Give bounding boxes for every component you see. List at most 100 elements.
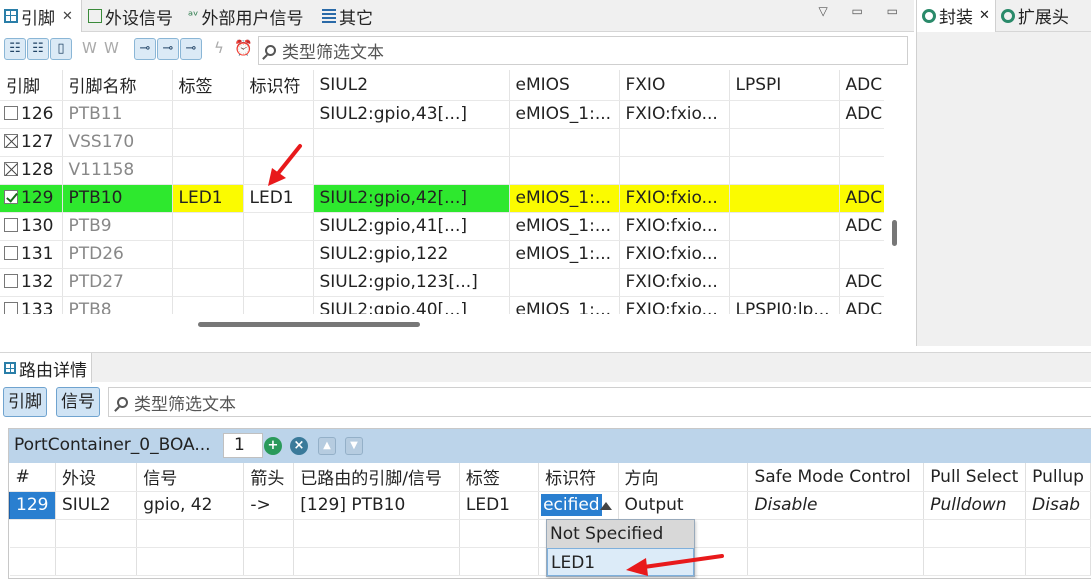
cell-emios[interactable]: eMIOS_1:... bbox=[509, 296, 620, 314]
pin-identifier[interactable] bbox=[243, 268, 314, 297]
horizontal-scrollbar[interactable] bbox=[198, 322, 420, 327]
identifier-combobox[interactable]: ecified bbox=[538, 491, 619, 520]
cell-siul2[interactable]: SIUL2:gpio,43[...] bbox=[313, 100, 510, 129]
col-siul2[interactable]: SIUL2 bbox=[313, 70, 510, 101]
checkbox[interactable] bbox=[4, 218, 18, 232]
add-icon[interactable]: + bbox=[264, 437, 282, 455]
pin-label[interactable] bbox=[172, 296, 244, 314]
route-out-icon[interactable]: ⊸ bbox=[157, 38, 179, 60]
pins-filter-input[interactable]: 类型筛选文本 bbox=[258, 36, 908, 65]
cell-fxio[interactable]: FXIO:fxio... bbox=[619, 240, 730, 269]
row-direction[interactable]: Output bbox=[618, 491, 749, 520]
col-pullup[interactable]: Pullup bbox=[1025, 463, 1091, 492]
filter-by-pin-button[interactable]: 引脚 bbox=[3, 387, 47, 417]
cell-lpspi[interactable] bbox=[729, 184, 840, 213]
table-row[interactable]: 132 PTD27 SIUL2:gpio,123[...] FXIO:fxio.… bbox=[0, 268, 884, 297]
table-row[interactable]: 133 PTB8 SIUL2:gpio,40[...] eMIOS_1:... … bbox=[0, 296, 884, 314]
routing-filter-input[interactable]: 类型筛选文本 bbox=[108, 387, 1091, 417]
cell-siul2[interactable]: SIUL2:gpio,42[...] bbox=[313, 184, 510, 213]
col-pin[interactable]: 引脚 bbox=[0, 70, 63, 101]
pin-label[interactable] bbox=[172, 268, 244, 297]
tab-other[interactable]: 其它 bbox=[318, 0, 377, 32]
close-icon[interactable]: ✕ bbox=[62, 9, 73, 24]
pin-identifier[interactable] bbox=[243, 156, 314, 185]
row-pullup[interactable]: Disab bbox=[1025, 491, 1091, 520]
cell-siul2[interactable]: SIUL2:gpio,40[...] bbox=[313, 296, 510, 314]
tab-routing-details[interactable]: 路由详情 bbox=[0, 353, 92, 383]
tab-pins[interactable]: 引脚 ✕ bbox=[0, 0, 82, 32]
table-row[interactable]: 127 VSS170 bbox=[0, 128, 884, 157]
alarm-icon[interactable]: ⏰ bbox=[234, 39, 253, 57]
cell-adc[interactable] bbox=[839, 128, 884, 157]
pin-identifier[interactable] bbox=[243, 240, 314, 269]
port-container-count[interactable]: 1 bbox=[223, 433, 263, 458]
tab-external-user-signals[interactable]: ᵃᵛ 外部用户信号 bbox=[184, 0, 308, 32]
identifier-combobox-value[interactable]: ecified bbox=[541, 494, 602, 516]
pin-label[interactable] bbox=[172, 128, 244, 157]
col-arrow[interactable]: 箭头 bbox=[243, 463, 295, 492]
col-peripheral[interactable]: 外设 bbox=[55, 463, 138, 492]
cell-emios[interactable]: eMIOS_1:... bbox=[509, 184, 620, 213]
close-icon[interactable]: ✕ bbox=[979, 8, 990, 23]
pin-label[interactable] bbox=[172, 240, 244, 269]
view-window-buttons[interactable]: ▽ ▭ ▭ bbox=[818, 4, 908, 18]
col-routed-pin[interactable]: 已路由的引脚/信号 bbox=[293, 463, 460, 492]
cell-fxio[interactable]: FXIO:fxio... bbox=[619, 100, 730, 129]
cell-emios[interactable] bbox=[509, 268, 620, 297]
col-label[interactable]: 标签 bbox=[459, 463, 540, 492]
table-row[interactable]: 131 PTD26 SIUL2:gpio,122 eMIOS_1:... FXI… bbox=[0, 240, 884, 269]
checkbox[interactable] bbox=[4, 106, 18, 120]
row-signal[interactable]: gpio, 42 bbox=[136, 491, 245, 520]
row-safe-mode[interactable]: Disable bbox=[747, 491, 925, 520]
cell-fxio[interactable] bbox=[619, 128, 730, 157]
cell-fxio[interactable]: FXIO:fxio... bbox=[619, 184, 730, 213]
row-index[interactable]: 129 bbox=[9, 490, 56, 520]
cell-fxio[interactable] bbox=[619, 156, 730, 185]
col-identifier[interactable]: 标识符 bbox=[243, 70, 314, 101]
lightning-icon[interactable]: ϟ bbox=[214, 39, 224, 57]
cell-emios[interactable]: eMIOS_1:... bbox=[509, 212, 620, 241]
cell-fxio[interactable]: FXIO:fxio... bbox=[619, 212, 730, 241]
chevron-up-icon[interactable] bbox=[599, 501, 612, 510]
cell-adc[interactable]: ADC bbox=[839, 184, 884, 213]
grid-rows-icon[interactable]: ☷ bbox=[4, 38, 26, 60]
pin-label[interactable] bbox=[172, 212, 244, 241]
pin-identifier[interactable] bbox=[243, 296, 314, 314]
cell-siul2[interactable] bbox=[313, 156, 510, 185]
col-adc[interactable]: ADC bbox=[839, 70, 884, 101]
move-down-icon[interactable]: ▼ bbox=[345, 437, 363, 455]
col-index[interactable]: # bbox=[9, 463, 56, 492]
col-identifier[interactable]: 标识符 bbox=[538, 463, 619, 492]
cell-fxio[interactable]: FXIO:fxio... bbox=[619, 268, 730, 297]
dropdown-option-not-specified[interactable]: Not Specified bbox=[547, 520, 694, 548]
move-up-icon[interactable]: ▲ bbox=[318, 437, 336, 455]
cell-adc[interactable] bbox=[839, 156, 884, 185]
cell-emios[interactable] bbox=[509, 128, 620, 157]
vertical-scrollbar[interactable] bbox=[892, 220, 897, 246]
port-container-title[interactable]: PortContainer_0_BOA... bbox=[14, 435, 211, 455]
col-lpspi[interactable]: LPSPI bbox=[729, 70, 840, 101]
col-pull-select[interactable]: Pull Select bbox=[923, 463, 1027, 492]
pin-identifier[interactable] bbox=[243, 128, 314, 157]
route-both-icon[interactable]: ⊸ bbox=[180, 38, 202, 60]
route-in-icon[interactable]: ⊸ bbox=[134, 38, 156, 60]
cell-lpspi[interactable] bbox=[729, 128, 840, 157]
cell-adc[interactable]: ADC bbox=[839, 212, 884, 241]
cell-siul2[interactable]: SIUL2:gpio,41[...] bbox=[313, 212, 510, 241]
tab-package[interactable]: 封装 ✕ bbox=[917, 0, 996, 32]
cell-lpspi[interactable]: LPSPI0:lp... bbox=[729, 296, 840, 314]
table-row[interactable]: 128 V11158 bbox=[0, 156, 884, 185]
remove-icon[interactable]: × bbox=[290, 437, 308, 455]
pin-label[interactable] bbox=[172, 156, 244, 185]
cell-adc[interactable]: ADC bbox=[839, 100, 884, 129]
checkbox[interactable] bbox=[4, 274, 18, 288]
pin-identifier[interactable] bbox=[243, 100, 314, 129]
table-row-selected[interactable]: 129 PTB10 LED1 LED1 SIUL2:gpio,42[...] e… bbox=[0, 184, 884, 213]
col-signal[interactable]: 信号 bbox=[136, 463, 245, 492]
grid-cols-icon[interactable]: ☷ bbox=[27, 38, 49, 60]
cell-adc[interactable] bbox=[839, 240, 884, 269]
col-direction[interactable]: 方向 bbox=[618, 463, 749, 492]
filter-by-signal-button[interactable]: 信号 bbox=[56, 387, 100, 417]
pin-label[interactable] bbox=[172, 100, 244, 129]
col-pin-name[interactable]: 引脚名称 bbox=[62, 70, 173, 101]
